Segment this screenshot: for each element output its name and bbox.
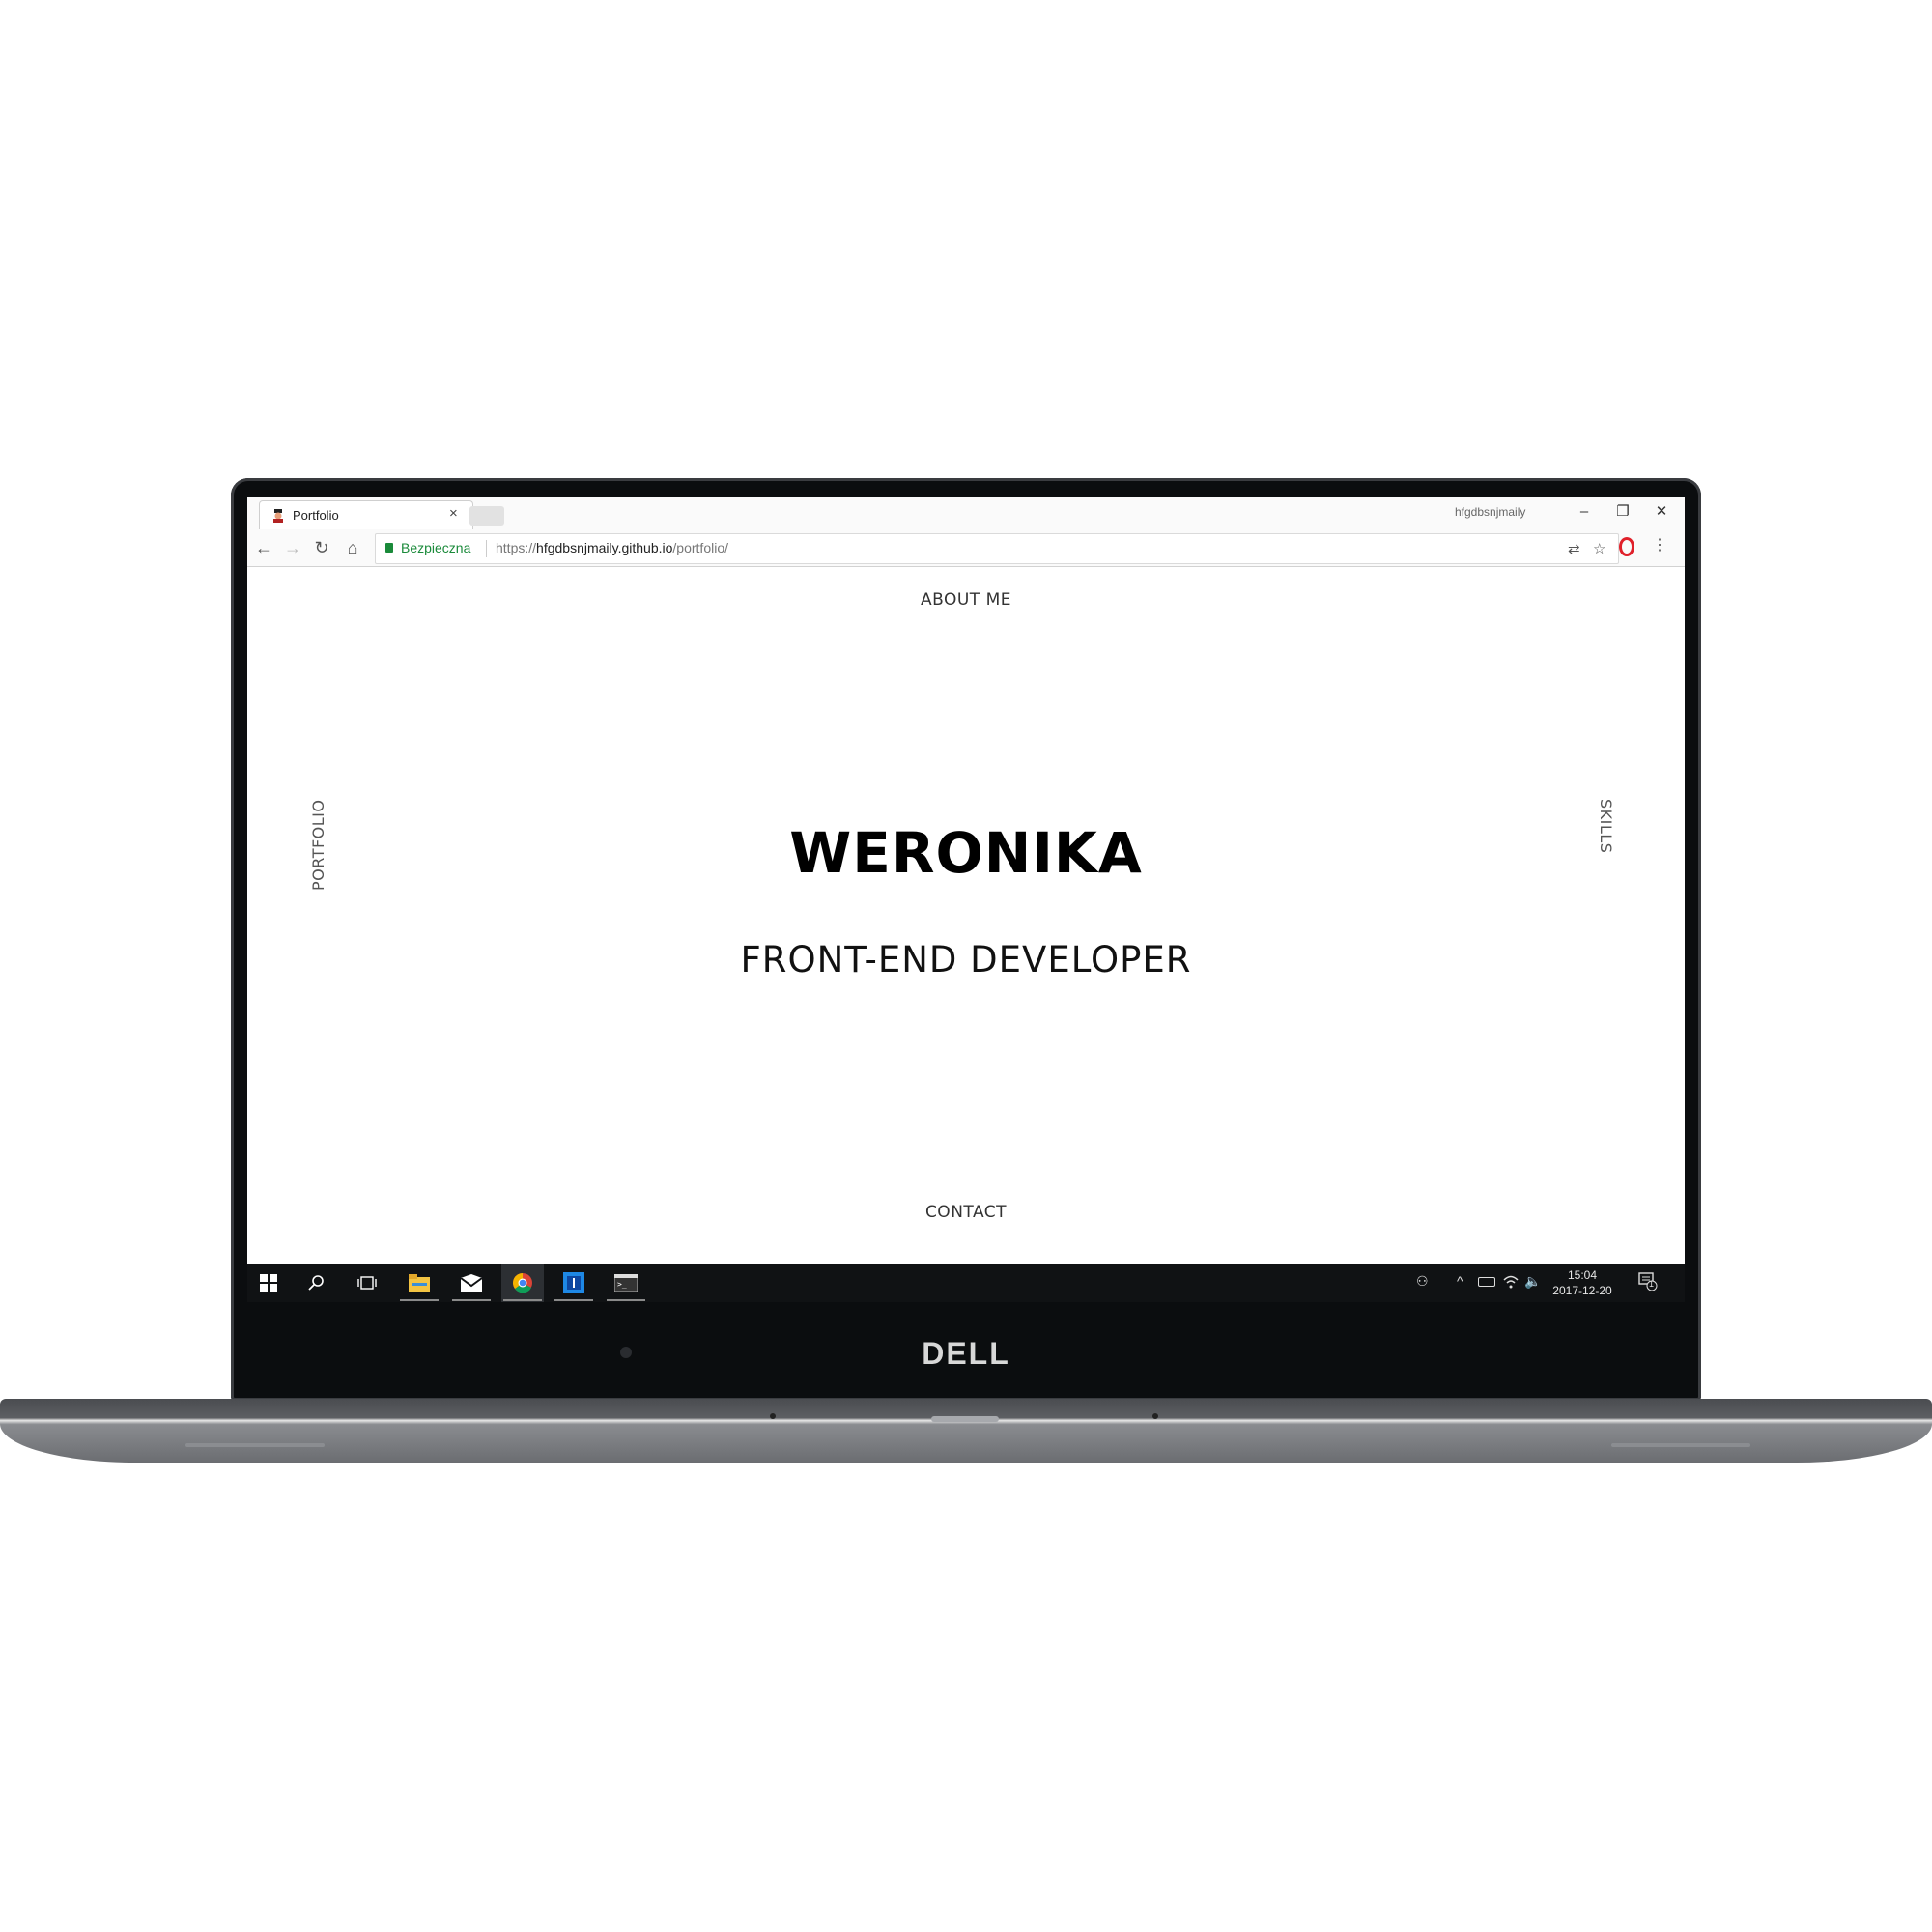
lock-icon [385, 543, 393, 553]
close-window-button[interactable]: ✕ [1642, 500, 1681, 524]
favicon-icon [273, 509, 283, 523]
speaker-grille-left [185, 1443, 325, 1447]
menu-icon[interactable]: ⋮ [1652, 535, 1667, 554]
wifi-icon[interactable] [1503, 1275, 1519, 1289]
windows-start-icon[interactable] [247, 1264, 290, 1302]
opera-icon[interactable] [1619, 537, 1634, 556]
chevron-up-icon[interactable]: ^ [1457, 1273, 1463, 1289]
volume-icon[interactable]: 🔈 [1524, 1273, 1541, 1290]
url-text[interactable]: https://hfgdbsnjmaily.github.io/portfoli… [496, 540, 728, 555]
new-tab-button[interactable] [469, 506, 504, 526]
laptop-base [0, 1399, 1932, 1463]
nav-about-me[interactable]: ABOUT ME [247, 590, 1685, 610]
search-icon[interactable] [296, 1264, 338, 1302]
hinge-dot-right [1152, 1413, 1158, 1419]
webcam-icon [620, 1347, 632, 1358]
terminal-icon[interactable]: >_ [605, 1264, 647, 1302]
forward-button[interactable]: → [280, 535, 305, 560]
svg-text:>_: >_ [617, 1280, 627, 1289]
task-view-icon[interactable] [346, 1264, 388, 1302]
people-icon[interactable]: ⚇ [1416, 1273, 1429, 1290]
address-toolbar: ← → ↻ ⌂ Bezpieczna https://hfgdbsnjmaily… [247, 529, 1685, 567]
tab-title: Portfolio [293, 508, 339, 523]
speaker-grille-right [1611, 1443, 1750, 1447]
back-button[interactable]: ← [251, 535, 276, 560]
star-icon[interactable]: ☆ [1593, 540, 1605, 557]
url-separator [486, 540, 487, 557]
home-button[interactable]: ⌂ [340, 535, 365, 560]
notification-center-icon[interactable]: 1 [1638, 1271, 1658, 1292]
lid-notch [931, 1416, 999, 1422]
screen: Portfolio × hfgdbsnjmaily – ❐ ✕ ← → ↻ ⌂ … [247, 497, 1685, 1302]
dell-logo: DELL [922, 1336, 1010, 1371]
clock[interactable]: 15:04 2017-12-20 [1544, 1267, 1621, 1298]
taskbar: >_ ⚇ ^ 🔈 15:04 2017-12-20 1 [247, 1264, 1685, 1302]
clock-date: 2017-12-20 [1552, 1284, 1612, 1297]
vscode-icon[interactable] [553, 1264, 595, 1302]
mail-icon[interactable] [450, 1264, 493, 1302]
hinge-dot-left [770, 1413, 776, 1419]
minimize-button[interactable]: – [1565, 500, 1604, 524]
clock-time: 15:04 [1567, 1268, 1598, 1282]
tab-close-icon[interactable]: × [449, 505, 458, 522]
security-label[interactable]: Bezpieczna [401, 540, 470, 555]
chrome-icon[interactable] [501, 1264, 544, 1302]
hero-role: FRONT-END DEVELOPER [740, 939, 1192, 980]
tab-portfolio[interactable]: Portfolio × [259, 500, 473, 530]
battery-icon[interactable] [1478, 1277, 1495, 1287]
translate-icon[interactable]: ⇄ [1568, 540, 1580, 557]
profile-name[interactable]: hfgdbsnjmaily [1455, 505, 1525, 519]
hero-name: WERONIKA [789, 820, 1143, 886]
restore-button[interactable]: ❐ [1604, 500, 1642, 524]
nav-contact[interactable]: CONTACT [247, 1203, 1685, 1222]
file-explorer-icon[interactable] [398, 1264, 440, 1302]
url-bar[interactable]: Bezpieczna https://hfgdbsnjmaily.github.… [375, 533, 1619, 564]
page-content: ABOUT ME PORTFOLIO SKILLS WERONIKA FRONT… [247, 567, 1685, 1263]
tab-bar: Portfolio × hfgdbsnjmaily – ❐ ✕ [247, 497, 1685, 530]
reload-button[interactable]: ↻ [309, 535, 334, 560]
notification-count: 1 [1649, 1279, 1655, 1289]
